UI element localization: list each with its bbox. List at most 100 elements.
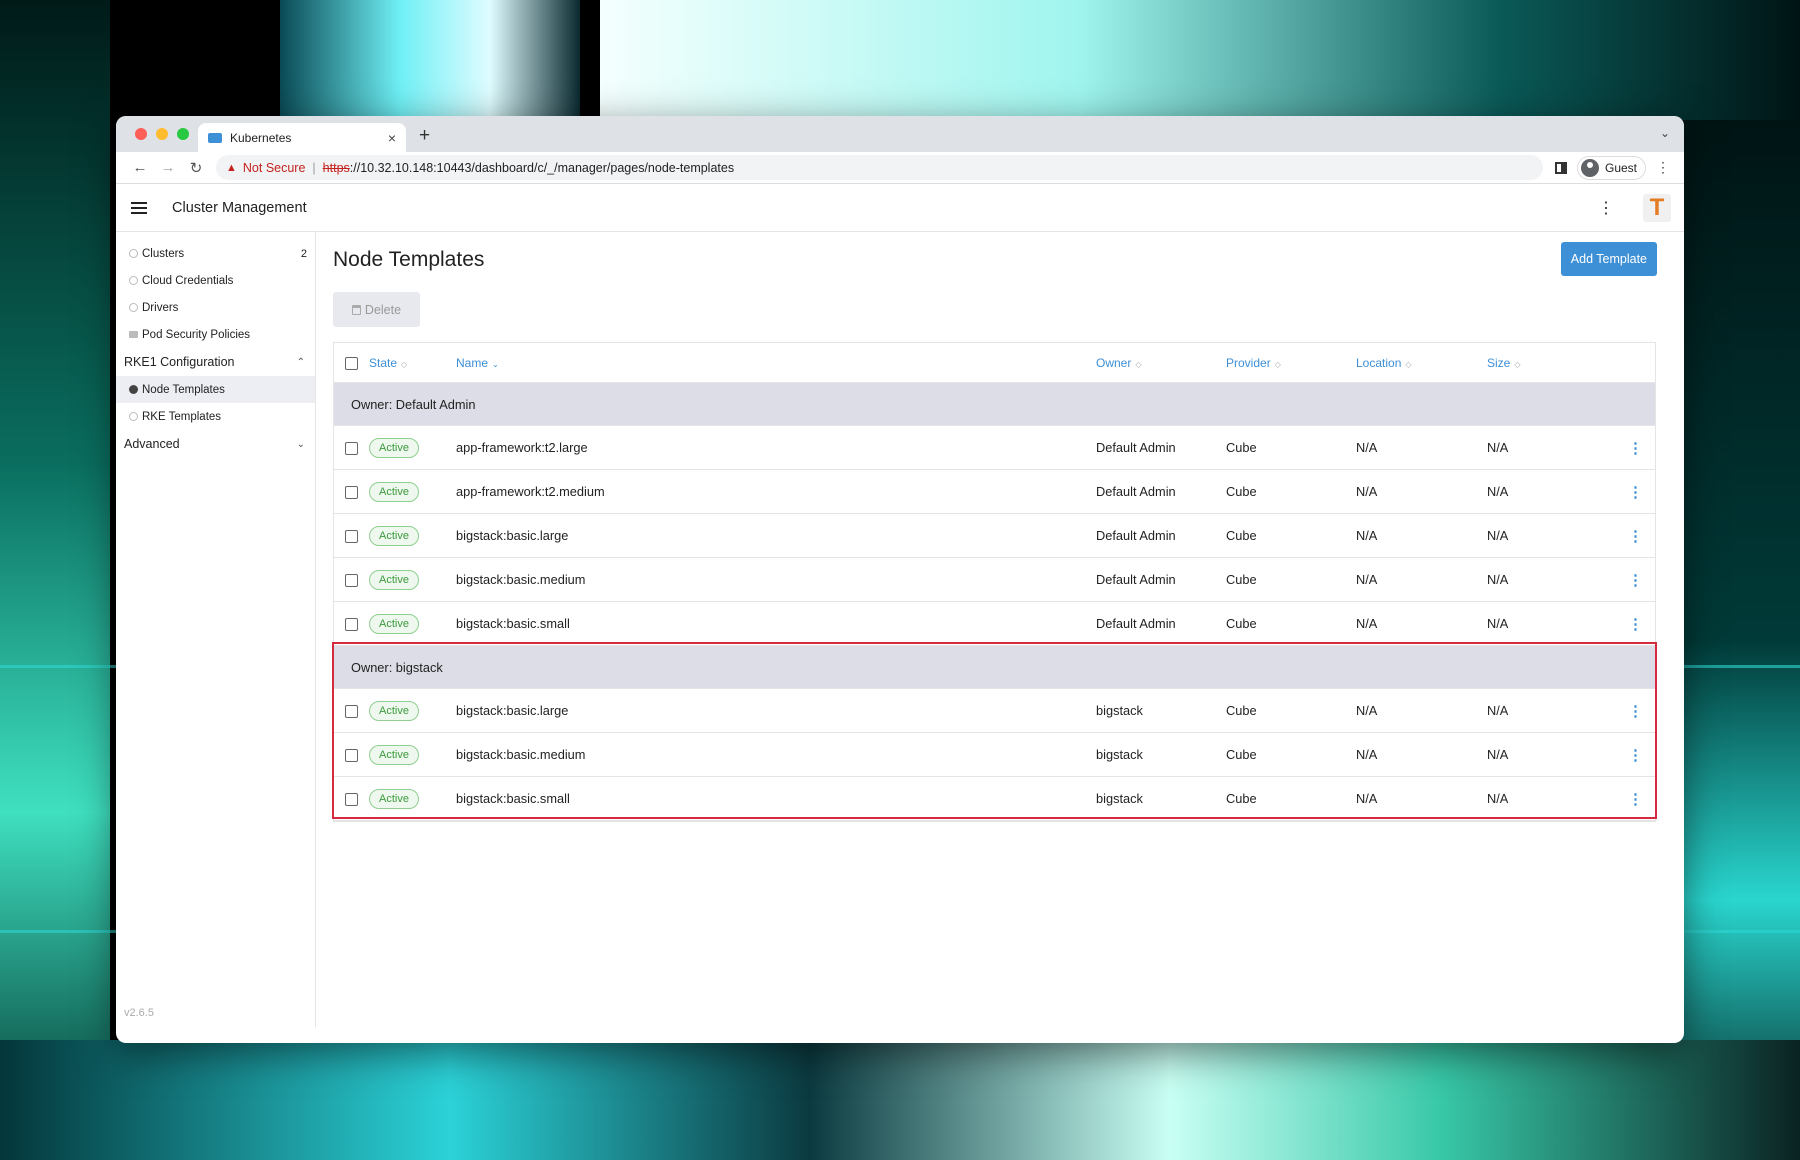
- sort-icon: ◇: [401, 359, 408, 369]
- owner-cell: bigstack: [1096, 747, 1143, 762]
- security-label[interactable]: Not Secure: [243, 161, 306, 175]
- sidebar-item-label: Drivers: [142, 301, 179, 314]
- window-controls: [135, 128, 189, 140]
- column-header-name[interactable]: Name ⌄: [456, 356, 1096, 370]
- column-header-size[interactable]: Size ◇: [1487, 356, 1612, 370]
- template-name: bigstack:basic.medium: [456, 747, 586, 762]
- sidebar-item-pod-security-policies[interactable]: Pod Security Policies: [116, 321, 315, 348]
- side-panel-icon[interactable]: [1555, 161, 1567, 174]
- tab-title: Kubernetes: [230, 130, 292, 145]
- new-tab-button[interactable]: +: [419, 125, 430, 147]
- location-cell: N/A: [1356, 528, 1378, 543]
- table-row[interactable]: Active bigstack:basic.medium bigstack Cu…: [334, 733, 1655, 777]
- table-row[interactable]: Active bigstack:basic.medium Default Adm…: [334, 558, 1655, 602]
- table-row[interactable]: Active app-framework:t2.medium Default A…: [334, 470, 1655, 514]
- back-arrow-icon[interactable]: ←: [126, 159, 154, 176]
- forward-arrow-icon[interactable]: →: [154, 159, 182, 176]
- select-all-checkbox[interactable]: [345, 356, 358, 370]
- sidebar-item-label: Pod Security Policies: [142, 328, 251, 341]
- tab-search-chevron-icon[interactable]: ⌄: [1660, 126, 1670, 140]
- row-checkbox[interactable]: [345, 574, 358, 588]
- template-name: bigstack:basic.medium: [456, 572, 586, 587]
- close-window-button[interactable]: [135, 128, 147, 140]
- owner-cell: Default Admin: [1096, 528, 1176, 543]
- header-menu-icon[interactable]: ⋮: [1598, 198, 1614, 218]
- row-actions-icon[interactable]: ⋮: [1612, 439, 1655, 457]
- location-cell: N/A: [1356, 791, 1378, 806]
- table-header: State ◇ Name ⌄ Owner ◇ Provider ◇ Location ◇ …: [334, 343, 1655, 383]
- column-header-owner[interactable]: Owner ◇: [1096, 356, 1226, 370]
- status-badge: Active: [369, 525, 419, 546]
- sidebar-item-node-templates[interactable]: Node Templates: [116, 376, 315, 403]
- row-actions-icon[interactable]: ⋮: [1612, 615, 1655, 633]
- row-actions-icon[interactable]: ⋮: [1612, 527, 1655, 545]
- column-header-location[interactable]: Location ◇: [1356, 356, 1487, 370]
- row-actions-icon[interactable]: ⋮: [1612, 571, 1655, 589]
- row-actions-icon[interactable]: ⋮: [1612, 746, 1655, 764]
- row-checkbox[interactable]: [345, 705, 358, 719]
- provider-cell: Cube: [1226, 747, 1257, 762]
- row-actions-icon[interactable]: ⋮: [1612, 483, 1655, 501]
- template-name: bigstack:basic.small: [456, 791, 570, 806]
- template-name: app-framework:t2.medium: [456, 484, 605, 499]
- size-cell: N/A: [1487, 747, 1509, 762]
- profile-label: Guest: [1605, 160, 1638, 175]
- template-name: app-framework:t2.large: [456, 440, 588, 455]
- minimize-window-button[interactable]: [156, 128, 168, 140]
- sidebar: Clusters 2 Cloud Credentials Drivers Pod…: [116, 232, 316, 1027]
- row-checkbox[interactable]: [345, 442, 358, 456]
- row-checkbox[interactable]: [345, 749, 358, 763]
- sidebar-item-label: Clusters: [142, 247, 185, 260]
- row-actions-icon[interactable]: ⋮: [1612, 702, 1655, 720]
- template-name: bigstack:basic.large: [456, 703, 569, 718]
- provider-cell: Cube: [1226, 572, 1257, 587]
- table-row[interactable]: Active bigstack:basic.large bigstack Cub…: [334, 689, 1655, 733]
- row-checkbox[interactable]: [345, 793, 358, 807]
- table-row[interactable]: Active bigstack:basic.small Default Admi…: [334, 602, 1655, 646]
- hamburger-menu-icon[interactable]: [131, 201, 147, 214]
- delete-button[interactable]: Delete: [333, 292, 420, 327]
- maximize-window-button[interactable]: [177, 128, 189, 140]
- sidebar-item-rke-templates[interactable]: RKE Templates: [116, 403, 315, 430]
- sort-icon: ⌄: [492, 359, 499, 369]
- size-cell: N/A: [1487, 703, 1509, 718]
- column-header-state[interactable]: State ◇: [369, 356, 456, 370]
- sidebar-group-label: Advanced: [124, 437, 180, 451]
- sidebar-group-rke1[interactable]: RKE1 Configuration ⌃: [116, 348, 315, 376]
- size-cell: N/A: [1487, 528, 1509, 543]
- owner-cell: Default Admin: [1096, 572, 1176, 587]
- version-label: v2.6.5: [124, 1007, 154, 1019]
- table-row[interactable]: Active app-framework:t2.large Default Ad…: [334, 426, 1655, 470]
- owner-cell: bigstack: [1096, 703, 1143, 718]
- browser-menu-icon[interactable]: ⋮: [1656, 159, 1670, 176]
- provider-cell: Cube: [1226, 616, 1257, 631]
- sidebar-item-clusters[interactable]: Clusters 2: [116, 240, 315, 267]
- trash-icon: [351, 304, 361, 315]
- url-input[interactable]: ▲ Not Secure | https://10.32.10.148:1044…: [216, 155, 1543, 180]
- close-tab-icon[interactable]: ×: [388, 130, 396, 146]
- row-checkbox[interactable]: [345, 530, 358, 544]
- template-name: bigstack:basic.small: [456, 616, 570, 631]
- row-checkbox[interactable]: [345, 486, 358, 500]
- add-template-button[interactable]: Add Template: [1560, 242, 1657, 276]
- table-row[interactable]: Active bigstack:basic.small bigstack Cub…: [334, 777, 1655, 821]
- column-header-provider[interactable]: Provider ◇: [1226, 356, 1356, 370]
- row-actions-icon[interactable]: ⋮: [1612, 790, 1655, 808]
- user-avatar-logo[interactable]: T: [1643, 194, 1671, 222]
- table-row[interactable]: Active bigstack:basic.large Default Admi…: [334, 514, 1655, 558]
- sidebar-item-drivers[interactable]: Drivers: [116, 294, 315, 321]
- location-cell: N/A: [1356, 484, 1378, 499]
- sidebar-item-label: Cloud Credentials: [142, 274, 234, 287]
- size-cell: N/A: [1487, 791, 1509, 806]
- profile-button[interactable]: Guest: [1577, 155, 1647, 180]
- sidebar-item-cloud-credentials[interactable]: Cloud Credentials: [116, 267, 315, 294]
- owner-cell: bigstack: [1096, 791, 1143, 806]
- sidebar-group-advanced[interactable]: Advanced ⌄: [116, 430, 315, 458]
- status-badge: Active: [369, 744, 419, 765]
- browser-tab[interactable]: Kubernetes ×: [198, 123, 406, 152]
- row-checkbox[interactable]: [345, 618, 358, 632]
- tab-strip: Kubernetes × + ⌄: [116, 116, 1684, 152]
- circle-icon: [129, 249, 138, 258]
- circle-icon: [129, 303, 138, 312]
- reload-icon[interactable]: ↻: [182, 159, 210, 177]
